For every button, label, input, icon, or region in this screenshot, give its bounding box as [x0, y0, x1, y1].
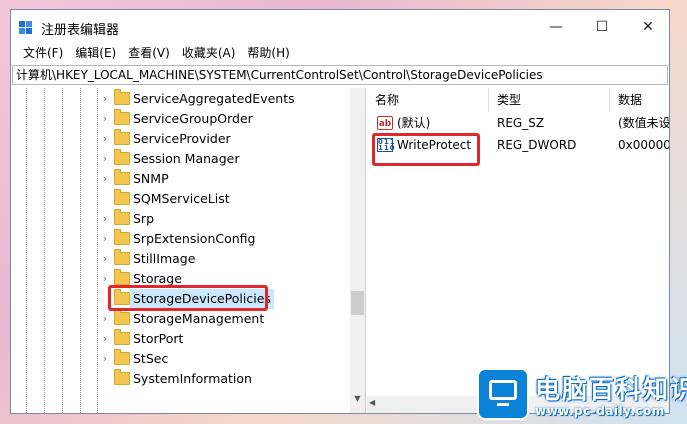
- value-type: REG_SZ: [497, 116, 545, 130]
- folder-icon: [114, 269, 130, 285]
- folder-icon: [114, 369, 130, 385]
- monitor-icon: [477, 368, 529, 420]
- window-title: 注册表编辑器: [41, 23, 120, 38]
- string-value-icon: ab: [377, 116, 393, 130]
- tree-item-stsec[interactable]: › StSec: [11, 349, 351, 369]
- folder-icon: [114, 89, 130, 105]
- scroll-down-icon[interactable]: ▼: [350, 392, 365, 405]
- chevron-right-icon[interactable]: ›: [100, 169, 110, 189]
- scroll-left-icon[interactable]: ◀: [369, 398, 375, 407]
- close-button[interactable]: ✕: [625, 10, 671, 43]
- tree-item-label: SystemInformation: [133, 371, 252, 386]
- tree-item-servicegrouporder[interactable]: › ServiceGroupOrder: [11, 109, 351, 129]
- tree-vertical-scrollbar[interactable]: ▼: [350, 88, 365, 413]
- tree-item-sqmservicelist[interactable]: SQMServiceList: [11, 189, 351, 209]
- tree-item-storport[interactable]: › StorPort: [11, 329, 351, 349]
- tree-item-label: StillImage: [133, 251, 196, 266]
- chevron-right-icon[interactable]: ›: [100, 309, 110, 329]
- watermark-title: 电脑百科知识: [535, 375, 687, 404]
- close-icon: ✕: [642, 18, 654, 35]
- menu-bar: 文件(F) 编辑(E) 查看(V) 收藏夹(A) 帮助(H): [11, 43, 669, 64]
- folder-icon: [114, 149, 130, 165]
- tree-item-snmp[interactable]: › SNMP: [11, 169, 351, 189]
- tree-item-label: StorageManagement: [133, 311, 265, 326]
- column-header-data[interactable]: 数据: [610, 88, 669, 112]
- values-list: 名称 类型 数据 ab (默认) REG_SZ (数值未设置 011 110 W…: [367, 88, 669, 413]
- folder-icon: [114, 349, 130, 365]
- monitor-stand: [497, 403, 509, 406]
- tree-item-label: SNMP: [133, 171, 169, 186]
- value-row[interactable]: ab (默认) REG_SZ (数值未设置: [367, 112, 669, 134]
- tree-item-session-manager[interactable]: › Session Manager: [11, 149, 351, 169]
- folder-icon: [114, 229, 130, 245]
- tree-item-srpextensionconfig[interactable]: › SrpExtensionConfig: [11, 229, 351, 249]
- chevron-right-icon[interactable]: ›: [100, 249, 110, 269]
- chevron-right-icon[interactable]: ›: [100, 209, 110, 229]
- folder-icon: [114, 109, 130, 125]
- folder-icon: [114, 169, 130, 185]
- folder-icon: [114, 249, 130, 265]
- chevron-right-icon[interactable]: ›: [100, 329, 110, 349]
- value-data: 0x0000000: [618, 138, 669, 152]
- registry-tree: › ServiceAggregatedEvents › ServiceGroup…: [11, 88, 366, 413]
- folder-icon: [114, 329, 130, 345]
- minimize-button[interactable]: —: [533, 10, 579, 43]
- tree-item-label: Srp: [133, 211, 155, 226]
- monitor-screen: [489, 380, 517, 400]
- chevron-right-icon[interactable]: ›: [100, 349, 110, 369]
- chevron-right-icon[interactable]: ›: [100, 109, 110, 129]
- tree-item-label: Session Manager: [133, 151, 240, 166]
- tree-item-srp[interactable]: › Srp: [11, 209, 351, 229]
- tree-item-label: SQMServiceList: [133, 191, 230, 206]
- maximize-icon: ☐: [595, 18, 609, 35]
- value-type: REG_DWORD: [497, 138, 577, 152]
- column-header-name[interactable]: 名称: [367, 88, 489, 112]
- folder-icon: [114, 129, 130, 145]
- registry-editor-icon: [19, 21, 32, 34]
- address-bar[interactable]: 计算机\HKEY_LOCAL_MACHINE\SYSTEM\CurrentCon…: [12, 65, 668, 85]
- maximize-button[interactable]: ☐: [579, 10, 625, 43]
- registry-editor-window: 注册表编辑器 — ☐ ✕ 文件(F) 编辑(E) 查看(V) 收藏夹(A) 帮助…: [10, 9, 670, 414]
- value-data: (数值未设置: [618, 116, 669, 130]
- chevron-right-icon[interactable]: ›: [100, 129, 110, 149]
- tree-item-serviceaggregatedevents[interactable]: › ServiceAggregatedEvents: [11, 89, 351, 109]
- menu-file[interactable]: 文件(F): [17, 43, 69, 64]
- highlight-box-key: [108, 285, 268, 311]
- chevron-right-icon[interactable]: ›: [100, 229, 110, 249]
- folder-icon: [114, 309, 130, 325]
- chevron-right-icon[interactable]: ›: [100, 149, 110, 169]
- tree-item-serviceprovider[interactable]: › ServiceProvider: [11, 129, 351, 149]
- folder-icon: [114, 189, 130, 205]
- column-header-type[interactable]: 类型: [489, 88, 610, 112]
- menu-help[interactable]: 帮助(H): [241, 43, 295, 64]
- menu-edit[interactable]: 编辑(E): [69, 43, 122, 64]
- tree-item-label: SrpExtensionConfig: [133, 231, 256, 246]
- value-name: (默认): [397, 116, 431, 130]
- watermark-logo: 电脑百科知识 www.pc-daily.com: [473, 366, 687, 424]
- scroll-thumb[interactable]: [351, 291, 364, 315]
- highlight-box-value: [372, 133, 480, 166]
- menu-favorites[interactable]: 收藏夹(A): [176, 43, 242, 64]
- chevron-right-icon[interactable]: ›: [100, 89, 110, 109]
- folder-icon: [114, 209, 130, 225]
- title-bar: 注册表编辑器 — ☐ ✕: [11, 10, 669, 43]
- tree-item-stillimage[interactable]: › StillImage: [11, 249, 351, 269]
- watermark-url: www.pc-daily.com: [535, 404, 665, 418]
- menu-view[interactable]: 查看(V): [122, 43, 176, 64]
- tree-item-label: StSec: [133, 351, 169, 366]
- minimize-icon: —: [549, 18, 563, 35]
- tree-item-label: ServiceAggregatedEvents: [133, 91, 295, 106]
- tree-item-label: ServiceProvider: [133, 131, 231, 146]
- tree-item-storagemanagement[interactable]: › StorageManagement: [11, 309, 351, 329]
- tree-item-label: ServiceGroupOrder: [133, 111, 253, 126]
- tree-item-systeminformation[interactable]: SystemInformation: [11, 369, 351, 389]
- tree-item-label: StorPort: [133, 331, 184, 346]
